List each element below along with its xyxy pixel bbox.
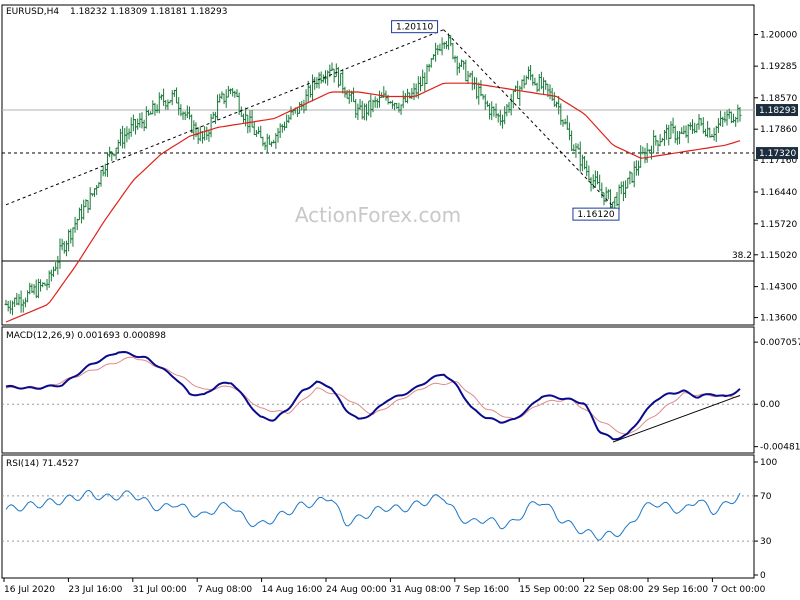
price-y-tick-label: 1.19285 — [760, 62, 797, 72]
price-chart-title: EURUSD,H4 — [6, 7, 59, 17]
x-tick-label: 15 Sep 00:00 — [519, 585, 579, 595]
x-tick-label: 7 Sep 16:00 — [455, 585, 510, 595]
support-level-price-label: 1.17320 — [759, 149, 796, 159]
x-tick-label: 7 Aug 08:00 — [197, 585, 252, 595]
rsi-y-axis: 100 70 30 0 — [754, 458, 777, 581]
chart-root: EURUSD,H4 1.18232 1.18309 1.18181 1.1829… — [1, 4, 800, 595]
price-y-tick-label: 1.15020 — [760, 251, 797, 261]
price-y-tick-label: 1.18570 — [760, 94, 797, 104]
price-chart-ohlc: 1.18232 1.18309 1.18181 1.18293 — [70, 7, 227, 17]
macd-panel: MACD(12,26,9) 0.001693 0.000898 0.007057… — [1, 326, 800, 454]
price-panel-frame — [1, 4, 755, 326]
x-tick-label: 23 Jul 16:00 — [68, 585, 122, 595]
macd-title: MACD(12,26,9) 0.001693 0.000898 — [6, 331, 166, 341]
x-tick-label: 31 Jul 00:00 — [133, 585, 187, 595]
price-panel: EURUSD,H4 1.18232 1.18309 1.18181 1.1829… — [1, 4, 798, 326]
rsi-y-tick-label: 70 — [760, 492, 772, 502]
x-tick-label: 14 Aug 16:00 — [262, 585, 323, 595]
fib-level-label: 38.2 — [732, 251, 752, 261]
x-tick-label: 24 Aug 00:00 — [326, 585, 387, 595]
x-tick-label: 22 Sep 08:00 — [584, 585, 644, 595]
price-y-axis: 1.200001.192851.185701.178601.171601.164… — [754, 31, 798, 324]
macd-panel-frame — [1, 326, 755, 454]
x-tick-label: 31 Aug 08:00 — [390, 585, 451, 595]
rsi-panel: RSI(14) 71.4527 100 70 30 0 — [1, 454, 777, 581]
x-tick-label: 29 Sep 16:00 — [648, 585, 708, 595]
x-tick-label: 16 Jul 2020 — [4, 585, 55, 595]
x-tick-label: 7 Oct 00:00 — [712, 585, 765, 595]
watermark: ActionForex.com — [295, 203, 461, 227]
rsi-panel-frame — [1, 454, 755, 579]
current-price-label: 1.18293 — [759, 106, 796, 116]
rsi-y-tick-label: 30 — [760, 537, 772, 547]
x-axis: 16 Jul 2020 23 Jul 16:00 31 Jul 00:00 7 Aug… — [3, 578, 766, 595]
macd-y-tick-label: 0.00 — [760, 400, 780, 410]
price-y-tick-label: 1.15720 — [760, 220, 797, 230]
rsi-y-tick-label: 100 — [760, 458, 777, 468]
macd-y-tick-label: 0.007057 — [760, 338, 800, 348]
price-y-tick-label: 1.13600 — [760, 314, 797, 324]
low-annotation-label: 1.16120 — [577, 210, 614, 220]
price-y-tick-label: 1.16440 — [760, 188, 797, 198]
price-y-tick-label: 1.17860 — [760, 125, 797, 135]
high-annotation-label: 1.20110 — [396, 23, 433, 33]
price-y-tick-label: 1.20000 — [760, 31, 797, 41]
price-y-tick-label: 1.14300 — [760, 283, 797, 293]
macd-y-tick-label: -0.004818 — [760, 443, 800, 453]
rsi-title: RSI(14) 71.4527 — [6, 459, 79, 469]
rsi-y-tick-label: 0 — [760, 571, 766, 581]
macd-y-axis: 0.007057 0.00 -0.004818 — [754, 338, 800, 453]
